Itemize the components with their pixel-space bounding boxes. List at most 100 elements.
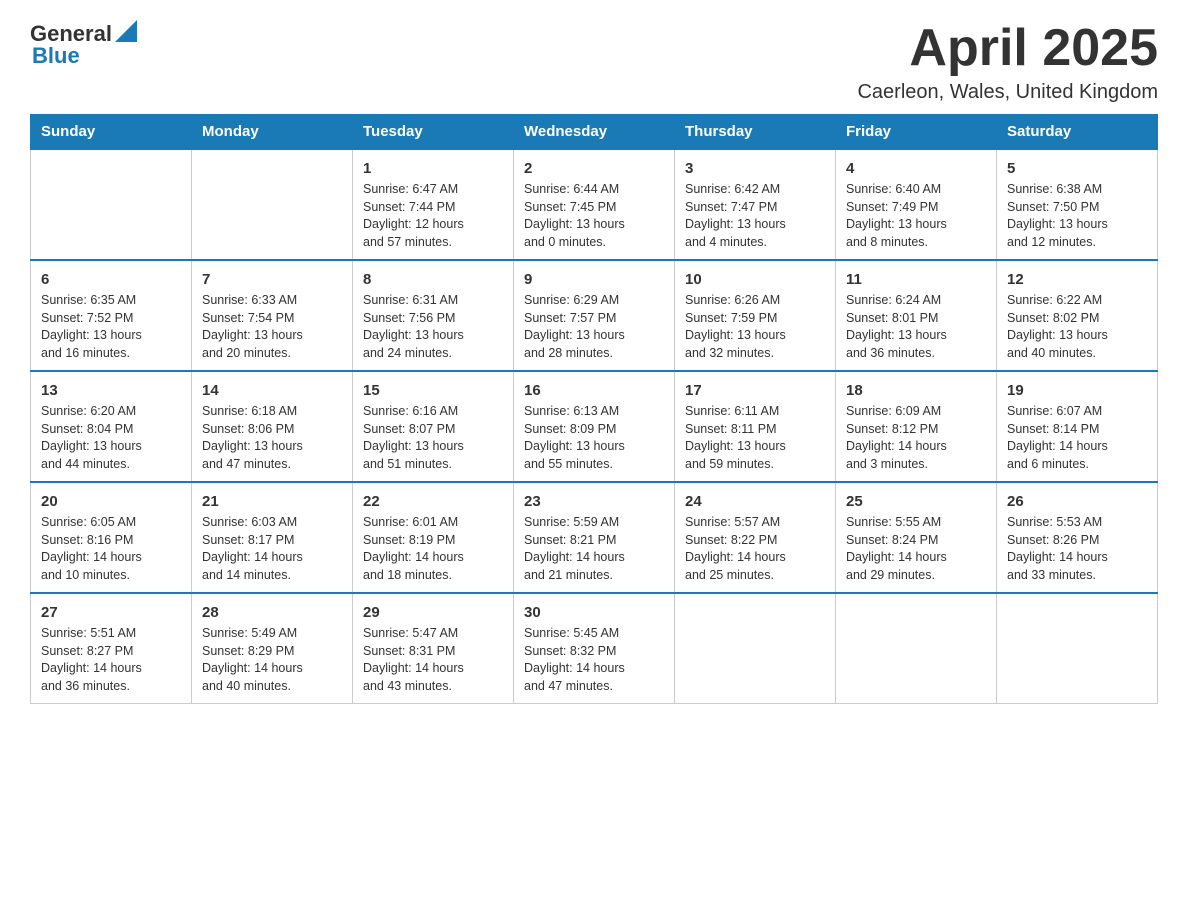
calendar-cell: 1Sunrise: 6:47 AM Sunset: 7:44 PM Daylig… bbox=[353, 149, 514, 260]
calendar-cell: 9Sunrise: 6:29 AM Sunset: 7:57 PM Daylig… bbox=[514, 260, 675, 371]
calendar-cell: 23Sunrise: 5:59 AM Sunset: 8:21 PM Dayli… bbox=[514, 482, 675, 593]
day-number: 14 bbox=[202, 380, 342, 401]
calendar-cell: 13Sunrise: 6:20 AM Sunset: 8:04 PM Dayli… bbox=[31, 371, 192, 482]
day-info: Sunrise: 5:49 AM Sunset: 8:29 PM Dayligh… bbox=[202, 625, 342, 695]
calendar-cell: 28Sunrise: 5:49 AM Sunset: 8:29 PM Dayli… bbox=[192, 593, 353, 704]
header-wednesday: Wednesday bbox=[514, 115, 675, 150]
calendar-cell bbox=[997, 593, 1158, 704]
calendar-cell: 15Sunrise: 6:16 AM Sunset: 8:07 PM Dayli… bbox=[353, 371, 514, 482]
week-row-2: 6Sunrise: 6:35 AM Sunset: 7:52 PM Daylig… bbox=[31, 260, 1158, 371]
day-number: 21 bbox=[202, 491, 342, 512]
day-number: 25 bbox=[846, 491, 986, 512]
calendar-cell: 3Sunrise: 6:42 AM Sunset: 7:47 PM Daylig… bbox=[675, 149, 836, 260]
week-row-1: 1Sunrise: 6:47 AM Sunset: 7:44 PM Daylig… bbox=[31, 149, 1158, 260]
calendar-cell: 27Sunrise: 5:51 AM Sunset: 8:27 PM Dayli… bbox=[31, 593, 192, 704]
calendar-cell bbox=[31, 149, 192, 260]
logo: General Blue bbox=[30, 20, 137, 69]
day-info: Sunrise: 6:33 AM Sunset: 7:54 PM Dayligh… bbox=[202, 292, 342, 362]
calendar-cell bbox=[836, 593, 997, 704]
day-info: Sunrise: 5:55 AM Sunset: 8:24 PM Dayligh… bbox=[846, 514, 986, 584]
day-number: 27 bbox=[41, 602, 181, 623]
calendar-cell: 10Sunrise: 6:26 AM Sunset: 7:59 PM Dayli… bbox=[675, 260, 836, 371]
calendar-cell: 4Sunrise: 6:40 AM Sunset: 7:49 PM Daylig… bbox=[836, 149, 997, 260]
day-number: 12 bbox=[1007, 269, 1147, 290]
day-number: 7 bbox=[202, 269, 342, 290]
day-info: Sunrise: 5:51 AM Sunset: 8:27 PM Dayligh… bbox=[41, 625, 181, 695]
day-number: 11 bbox=[846, 269, 986, 290]
page-header: General Blue April 2025 Caerleon, Wales,… bbox=[30, 20, 1158, 104]
day-info: Sunrise: 6:47 AM Sunset: 7:44 PM Dayligh… bbox=[363, 181, 503, 251]
day-number: 26 bbox=[1007, 491, 1147, 512]
week-row-4: 20Sunrise: 6:05 AM Sunset: 8:16 PM Dayli… bbox=[31, 482, 1158, 593]
day-number: 24 bbox=[685, 491, 825, 512]
day-number: 8 bbox=[363, 269, 503, 290]
calendar-cell: 16Sunrise: 6:13 AM Sunset: 8:09 PM Dayli… bbox=[514, 371, 675, 482]
day-number: 6 bbox=[41, 269, 181, 290]
location: Caerleon, Wales, United Kingdom bbox=[857, 81, 1158, 104]
day-info: Sunrise: 6:11 AM Sunset: 8:11 PM Dayligh… bbox=[685, 403, 825, 473]
day-number: 4 bbox=[846, 158, 986, 179]
day-number: 17 bbox=[685, 380, 825, 401]
calendar-table: SundayMondayTuesdayWednesdayThursdayFrid… bbox=[30, 114, 1158, 704]
header-thursday: Thursday bbox=[675, 115, 836, 150]
calendar-cell: 14Sunrise: 6:18 AM Sunset: 8:06 PM Dayli… bbox=[192, 371, 353, 482]
calendar-cell: 19Sunrise: 6:07 AM Sunset: 8:14 PM Dayli… bbox=[997, 371, 1158, 482]
day-info: Sunrise: 6:22 AM Sunset: 8:02 PM Dayligh… bbox=[1007, 292, 1147, 362]
day-info: Sunrise: 6:07 AM Sunset: 8:14 PM Dayligh… bbox=[1007, 403, 1147, 473]
calendar-header-row: SundayMondayTuesdayWednesdayThursdayFrid… bbox=[31, 115, 1158, 150]
day-number: 15 bbox=[363, 380, 503, 401]
calendar-cell bbox=[192, 149, 353, 260]
day-number: 16 bbox=[524, 380, 664, 401]
day-number: 9 bbox=[524, 269, 664, 290]
header-tuesday: Tuesday bbox=[353, 115, 514, 150]
logo-triangle-icon bbox=[115, 20, 137, 42]
calendar-cell: 12Sunrise: 6:22 AM Sunset: 8:02 PM Dayli… bbox=[997, 260, 1158, 371]
day-info: Sunrise: 6:40 AM Sunset: 7:49 PM Dayligh… bbox=[846, 181, 986, 251]
title-section: April 2025 Caerleon, Wales, United Kingd… bbox=[857, 20, 1158, 104]
day-number: 13 bbox=[41, 380, 181, 401]
day-number: 22 bbox=[363, 491, 503, 512]
day-info: Sunrise: 6:29 AM Sunset: 7:57 PM Dayligh… bbox=[524, 292, 664, 362]
day-number: 18 bbox=[846, 380, 986, 401]
day-info: Sunrise: 6:01 AM Sunset: 8:19 PM Dayligh… bbox=[363, 514, 503, 584]
day-number: 3 bbox=[685, 158, 825, 179]
calendar-cell: 21Sunrise: 6:03 AM Sunset: 8:17 PM Dayli… bbox=[192, 482, 353, 593]
calendar-cell: 25Sunrise: 5:55 AM Sunset: 8:24 PM Dayli… bbox=[836, 482, 997, 593]
day-number: 5 bbox=[1007, 158, 1147, 179]
day-info: Sunrise: 6:24 AM Sunset: 8:01 PM Dayligh… bbox=[846, 292, 986, 362]
day-info: Sunrise: 6:38 AM Sunset: 7:50 PM Dayligh… bbox=[1007, 181, 1147, 251]
day-number: 23 bbox=[524, 491, 664, 512]
header-saturday: Saturday bbox=[997, 115, 1158, 150]
calendar-cell: 8Sunrise: 6:31 AM Sunset: 7:56 PM Daylig… bbox=[353, 260, 514, 371]
month-title: April 2025 bbox=[857, 20, 1158, 77]
day-number: 2 bbox=[524, 158, 664, 179]
day-info: Sunrise: 6:18 AM Sunset: 8:06 PM Dayligh… bbox=[202, 403, 342, 473]
calendar-cell: 29Sunrise: 5:47 AM Sunset: 8:31 PM Dayli… bbox=[353, 593, 514, 704]
day-info: Sunrise: 6:31 AM Sunset: 7:56 PM Dayligh… bbox=[363, 292, 503, 362]
day-info: Sunrise: 5:47 AM Sunset: 8:31 PM Dayligh… bbox=[363, 625, 503, 695]
logo-blue: Blue bbox=[32, 43, 80, 69]
day-number: 20 bbox=[41, 491, 181, 512]
day-info: Sunrise: 6:20 AM Sunset: 8:04 PM Dayligh… bbox=[41, 403, 181, 473]
calendar-cell: 22Sunrise: 6:01 AM Sunset: 8:19 PM Dayli… bbox=[353, 482, 514, 593]
calendar-cell: 18Sunrise: 6:09 AM Sunset: 8:12 PM Dayli… bbox=[836, 371, 997, 482]
calendar-cell: 5Sunrise: 6:38 AM Sunset: 7:50 PM Daylig… bbox=[997, 149, 1158, 260]
day-info: Sunrise: 5:53 AM Sunset: 8:26 PM Dayligh… bbox=[1007, 514, 1147, 584]
day-number: 30 bbox=[524, 602, 664, 623]
day-info: Sunrise: 6:03 AM Sunset: 8:17 PM Dayligh… bbox=[202, 514, 342, 584]
calendar-cell: 2Sunrise: 6:44 AM Sunset: 7:45 PM Daylig… bbox=[514, 149, 675, 260]
header-monday: Monday bbox=[192, 115, 353, 150]
day-info: Sunrise: 5:57 AM Sunset: 8:22 PM Dayligh… bbox=[685, 514, 825, 584]
day-info: Sunrise: 5:45 AM Sunset: 8:32 PM Dayligh… bbox=[524, 625, 664, 695]
day-number: 10 bbox=[685, 269, 825, 290]
day-info: Sunrise: 6:16 AM Sunset: 8:07 PM Dayligh… bbox=[363, 403, 503, 473]
calendar-cell: 7Sunrise: 6:33 AM Sunset: 7:54 PM Daylig… bbox=[192, 260, 353, 371]
day-info: Sunrise: 6:26 AM Sunset: 7:59 PM Dayligh… bbox=[685, 292, 825, 362]
calendar-cell: 26Sunrise: 5:53 AM Sunset: 8:26 PM Dayli… bbox=[997, 482, 1158, 593]
week-row-5: 27Sunrise: 5:51 AM Sunset: 8:27 PM Dayli… bbox=[31, 593, 1158, 704]
calendar-cell bbox=[675, 593, 836, 704]
day-number: 19 bbox=[1007, 380, 1147, 401]
day-number: 28 bbox=[202, 602, 342, 623]
day-info: Sunrise: 6:13 AM Sunset: 8:09 PM Dayligh… bbox=[524, 403, 664, 473]
week-row-3: 13Sunrise: 6:20 AM Sunset: 8:04 PM Dayli… bbox=[31, 371, 1158, 482]
